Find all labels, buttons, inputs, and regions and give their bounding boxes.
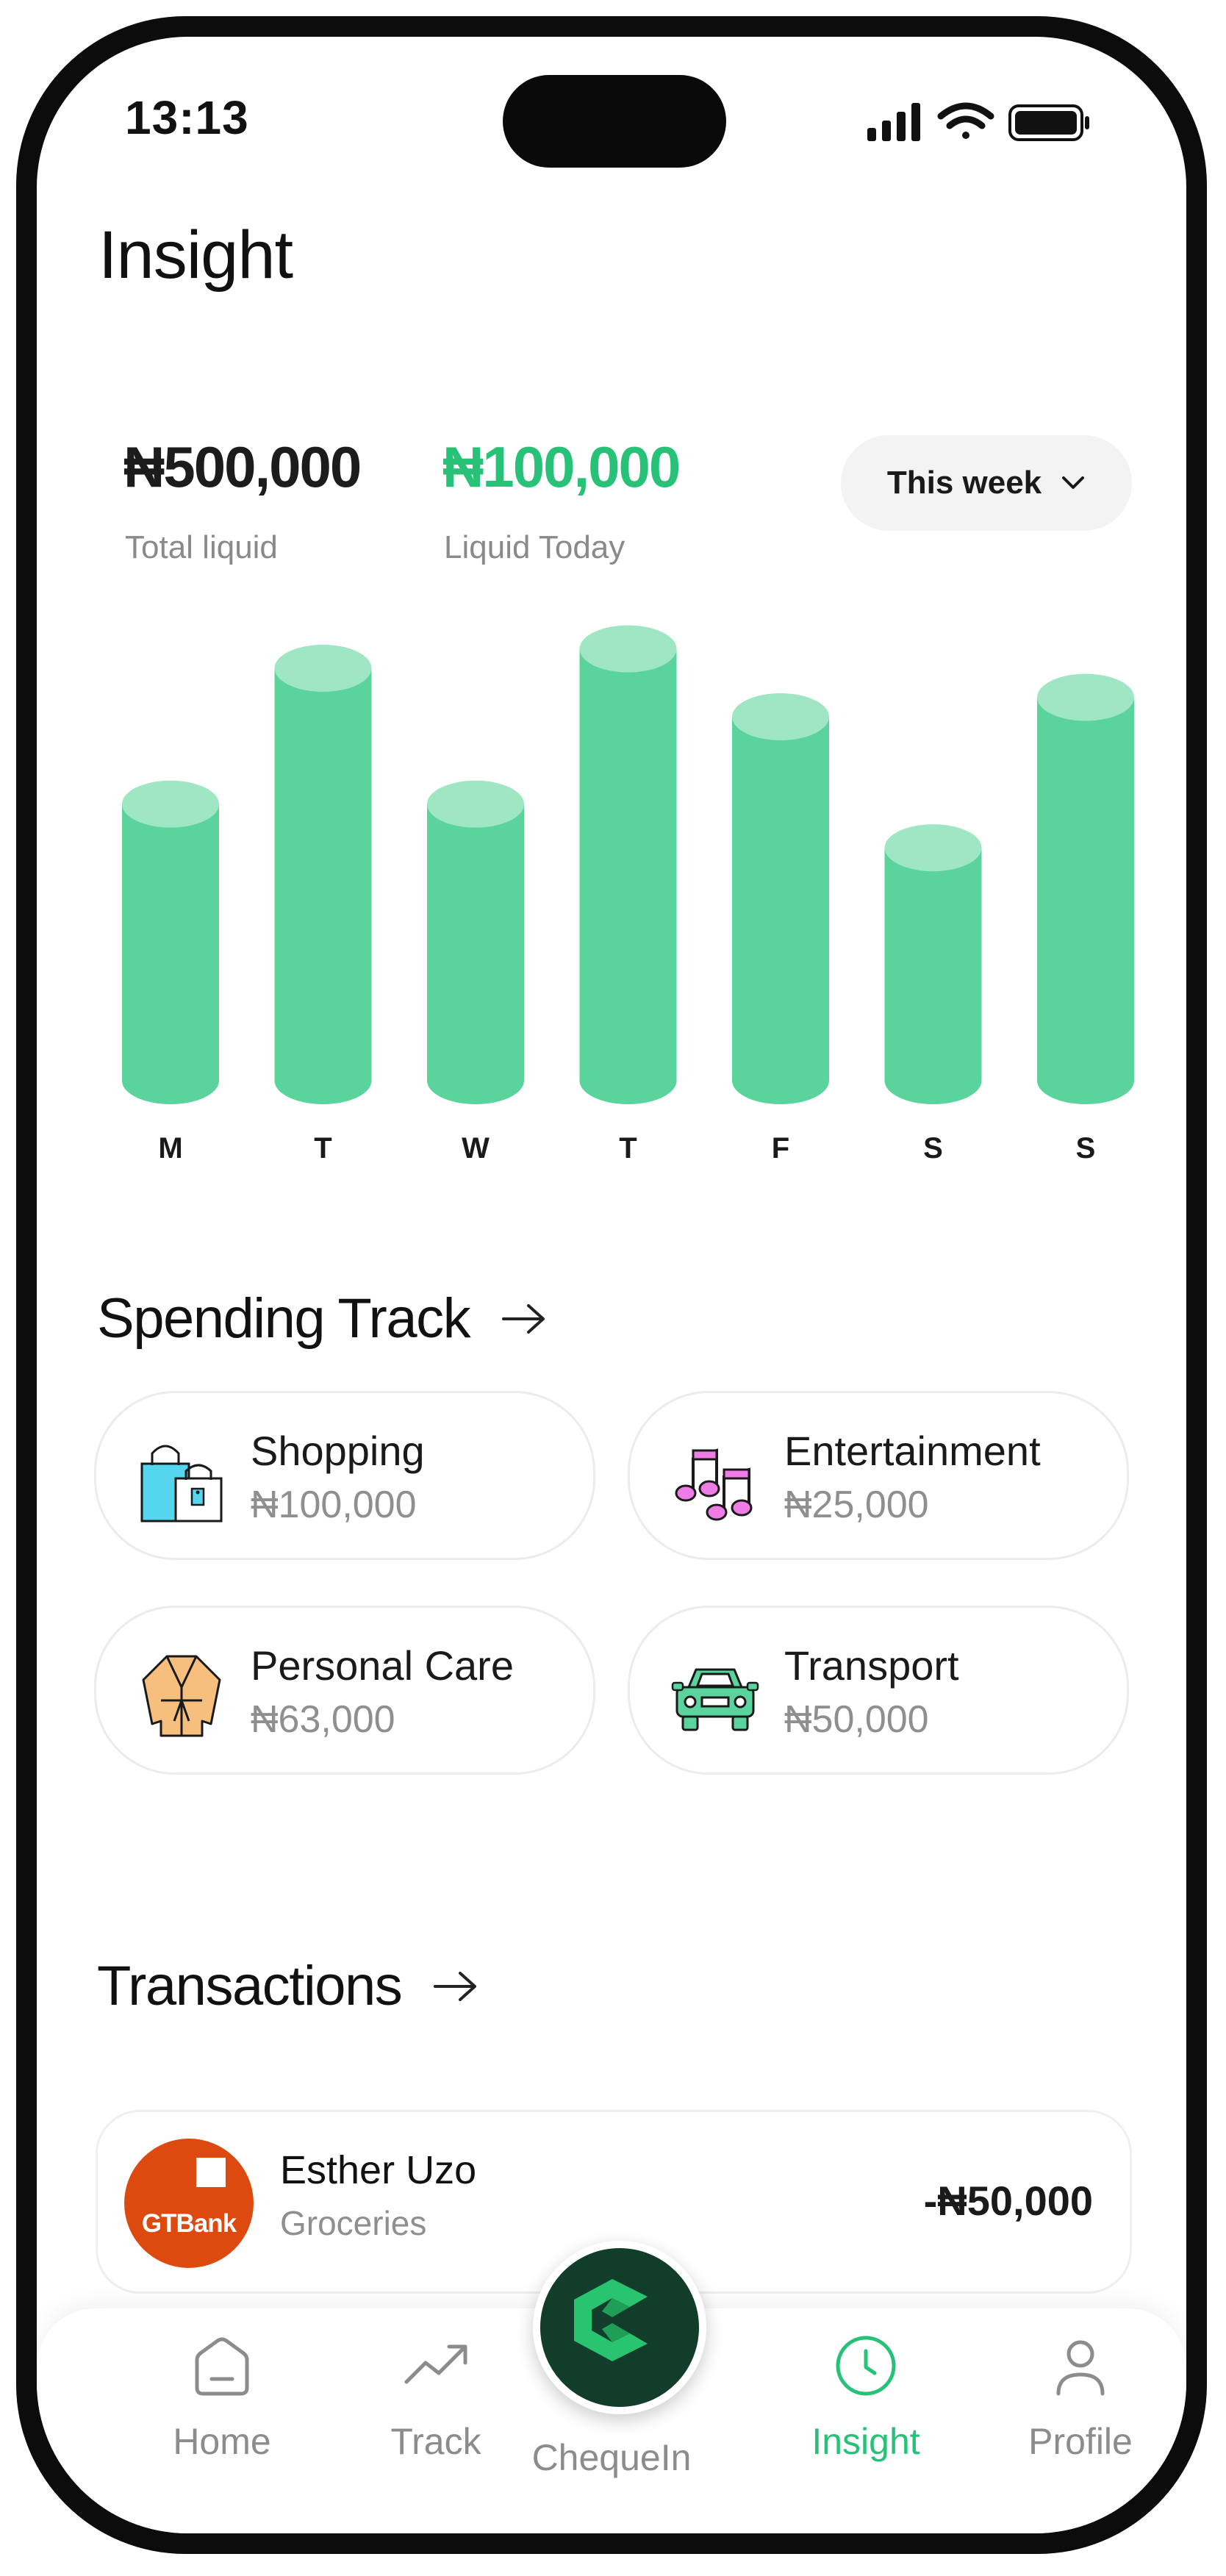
liquid-today-label: Liquid Today: [444, 529, 625, 565]
transactions-link[interactable]: Transactions: [97, 1954, 479, 2018]
weekly-liquidity-chart: MTWTFSS: [122, 625, 1134, 1164]
chart-day-label: W: [462, 1132, 490, 1164]
arrow-right-icon: [502, 1303, 545, 1334]
spending-track-link[interactable]: Spending Track: [97, 1287, 548, 1350]
gtbank-logo: GTBank: [124, 2139, 254, 2268]
chart-day-label: T: [619, 1132, 637, 1164]
app-screen: 13:13 Insight ₦500,000 Total liquid ₦100…: [37, 37, 1186, 2533]
clock-icon: [836, 2336, 896, 2396]
dynamic-island: [503, 75, 726, 168]
spending-card-amount: ₦50,000: [784, 1698, 929, 1741]
chequein-button[interactable]: [533, 2241, 706, 2414]
chart-bar: [732, 693, 829, 1104]
shopping-bags-icon: [140, 1445, 223, 1523]
wifi-icon: [937, 102, 994, 139]
trend-icon: [404, 2344, 467, 2384]
spending-card-shopping[interactable]: Shopping ₦100,000: [94, 1391, 595, 1560]
chart-bar: [1037, 673, 1134, 1104]
nav-item-home[interactable]: Home: [112, 2330, 332, 2463]
total-liquid-label: Total liquid: [125, 529, 278, 565]
nav-label: Profile: [1028, 2421, 1133, 2462]
nav-label: Insight: [811, 2421, 920, 2462]
spending-card-name: Entertainment: [784, 1428, 1041, 1474]
chart-bar: [579, 625, 677, 1104]
chart-day-label: F: [772, 1132, 789, 1164]
chart-bar: [884, 824, 982, 1104]
signal-icon: [867, 103, 920, 141]
spending-card-amount: ₦63,000: [251, 1698, 395, 1741]
spending-card-name: Transport: [784, 1642, 959, 1689]
chart-bar: [122, 780, 219, 1104]
spending-card-amount: ₦100,000: [251, 1484, 417, 1526]
spending-card-entertainment[interactable]: Entertainment ₦25,000: [628, 1391, 1129, 1560]
chart-day-label: S: [923, 1132, 943, 1164]
chart-day-label: S: [1076, 1132, 1096, 1164]
page-title: Insight: [98, 218, 293, 293]
period-selector[interactable]: This week: [841, 435, 1132, 531]
spending-card-personal-care[interactable]: Personal Care ₦63,000: [94, 1606, 595, 1775]
bank-logo-text: GTBank: [141, 2209, 237, 2238]
liquid-today-amount: ₦100,000: [442, 434, 681, 499]
spending-card-name: Shopping: [251, 1428, 425, 1474]
spending-card-transport[interactable]: Transport ₦50,000: [628, 1606, 1129, 1775]
spending-card-amount: ₦25,000: [784, 1484, 929, 1526]
home-icon: [195, 2337, 249, 2396]
spending-card-name: Personal Care: [251, 1642, 514, 1689]
nav-label: Home: [173, 2421, 271, 2462]
transaction-name: Esther Uzo: [280, 2148, 477, 2192]
chequein-logo: [574, 2279, 648, 2361]
battery-icon: [1008, 104, 1089, 141]
music-notes-icon: [675, 1448, 753, 1521]
nav-item-insight[interactable]: Insight: [756, 2330, 976, 2463]
nav-label-chequein: ChequeIn: [531, 2437, 692, 2478]
transaction-category: Groceries: [280, 2204, 427, 2242]
transaction-amount: -₦50,000: [923, 2178, 1093, 2224]
robe-icon: [142, 1655, 221, 1737]
period-selector-label: This week: [886, 465, 1042, 501]
car-icon: [671, 1668, 759, 1731]
arrow-right-icon: [434, 1971, 477, 2001]
transactions-title: Transactions: [97, 1955, 403, 2017]
spending-track-title: Spending Track: [97, 1287, 471, 1350]
status-icons: [867, 102, 1089, 141]
device-frame: 13:13 Insight ₦500,000 Total liquid ₦100…: [16, 16, 1207, 2554]
chart-bar: [274, 645, 372, 1104]
total-liquid-amount: ₦500,000: [123, 434, 362, 499]
nav-item-profile[interactable]: Profile: [970, 2330, 1186, 2463]
chevron-down-icon: [1062, 476, 1085, 489]
status-time: 13:13: [125, 91, 249, 144]
chart-day-label: M: [158, 1132, 182, 1164]
chart-day-label: T: [314, 1132, 331, 1164]
chart-bar: [427, 780, 524, 1104]
person-icon: [1056, 2340, 1105, 2396]
